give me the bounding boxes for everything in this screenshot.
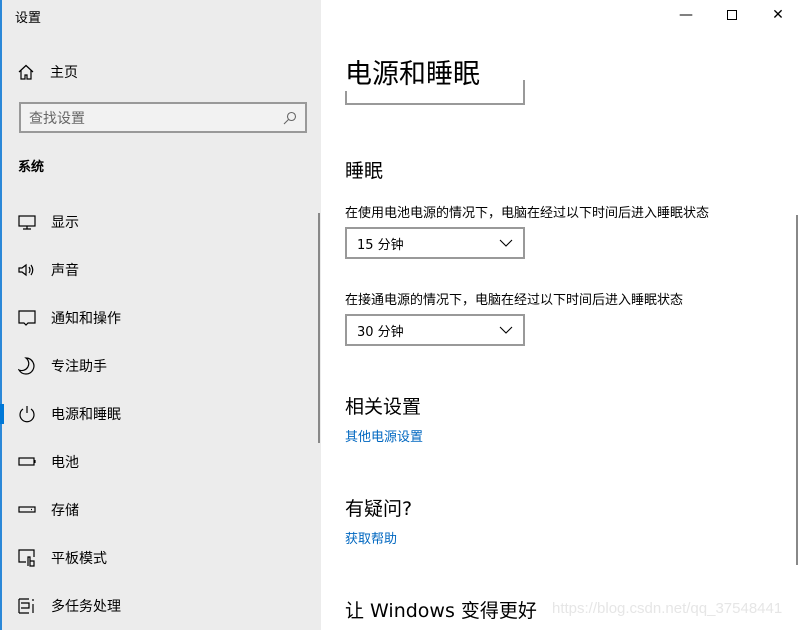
search-placeholder: 查找设置 <box>29 110 85 127</box>
sidebar-scrollbar[interactable] <box>318 213 320 443</box>
sidebar-item-label: 电池 <box>51 455 79 471</box>
chevron-down-icon <box>499 326 513 334</box>
speaker-icon <box>18 263 34 277</box>
sidebar-nav: 显示 声音 通知和操作 专注助手 电源和睡眠 电池 存储 平板模式 多任务处理 <box>0 198 321 630</box>
sidebar-item-label: 声音 <box>51 263 79 279</box>
plugged-sleep-dropdown[interactable]: 30 分钟 <box>345 314 525 346</box>
sidebar-item-notifications[interactable]: 通知和操作 <box>2 294 321 342</box>
sidebar-item-label: 电源和睡眠 <box>51 407 121 423</box>
close-icon: ✕ <box>772 7 784 23</box>
sidebar-item-label: 多任务处理 <box>51 599 121 615</box>
sidebar-item-label: 存储 <box>51 503 79 519</box>
additional-power-settings-link[interactable]: 其他电源设置 <box>345 426 423 445</box>
battery-sleep-dropdown[interactable]: 15 分钟 <box>345 227 525 259</box>
minimize-icon: — <box>679 7 693 23</box>
search-input[interactable]: 查找设置 <box>19 102 307 133</box>
home-label: 主页 <box>50 65 78 81</box>
sidebar-item-label: 显示 <box>51 215 79 231</box>
sidebar-item-label: 平板模式 <box>51 551 107 567</box>
app-title: 设置 <box>15 11 42 26</box>
sidebar-item-display[interactable]: 显示 <box>2 198 321 246</box>
monitor-icon <box>18 215 36 230</box>
window-controls: — ✕ <box>663 0 801 30</box>
sidebar-home[interactable]: 主页 <box>18 62 78 82</box>
multitask-icon <box>18 598 34 614</box>
storage-icon <box>18 506 36 513</box>
tablet-icon <box>18 549 35 567</box>
sidebar-item-sound[interactable]: 声音 <box>2 246 321 294</box>
sidebar-item-tablet-mode[interactable]: 平板模式 <box>2 534 321 582</box>
sidebar-item-storage[interactable]: 存储 <box>2 486 321 534</box>
chevron-down-icon <box>499 239 513 247</box>
page-title: 电源和睡眠 <box>345 52 480 91</box>
sidebar: 设置 主页 查找设置 系统 显示 声音 通知和操作 专注助手 电源和睡眠 电池 … <box>0 0 321 630</box>
close-button[interactable]: ✕ <box>755 0 801 30</box>
improve-windows-heading: 让 Windows 变得更好 <box>345 600 537 622</box>
related-settings-heading: 相关设置 <box>345 396 422 418</box>
main-scrollbar[interactable] <box>796 215 798 565</box>
search-icon[interactable] <box>283 111 297 125</box>
maximize-icon <box>727 10 737 20</box>
sidebar-item-multitasking[interactable]: 多任务处理 <box>2 582 321 630</box>
home-icon <box>18 64 34 80</box>
battery-sleep-label: 在使用电池电源的情况下，电脑在经过以下时间后进入睡眠状态 <box>345 206 710 221</box>
sidebar-item-focus-assist[interactable]: 专注助手 <box>2 342 321 390</box>
moon-icon <box>18 357 35 375</box>
battery-icon <box>18 457 36 466</box>
question-heading: 有疑问? <box>345 498 413 520</box>
sidebar-item-label: 通知和操作 <box>51 311 121 327</box>
get-help-link[interactable]: 获取帮助 <box>345 528 397 547</box>
watermark: https://blog.csdn.net/qq_37548441 <box>552 600 783 617</box>
power-icon <box>19 406 35 423</box>
notification-icon <box>18 310 36 326</box>
sidebar-item-battery[interactable]: 电池 <box>2 438 321 486</box>
main-content: — ✕ 电源和睡眠 睡眠 在使用电池电源的情况下，电脑在经过以下时间后进入睡眠状… <box>321 0 801 630</box>
sidebar-item-label: 专注助手 <box>51 359 107 375</box>
section-heading: 系统 <box>18 160 45 175</box>
plugged-sleep-label: 在接通电源的情况下，电脑在经过以下时间后进入睡眠状态 <box>345 293 684 308</box>
sleep-heading: 睡眠 <box>345 160 384 182</box>
sidebar-item-power-sleep[interactable]: 电源和睡眠 <box>0 390 321 438</box>
dropdown-value: 30 分钟 <box>357 324 404 340</box>
maximize-button[interactable] <box>709 0 755 30</box>
minimize-button[interactable]: — <box>663 0 709 30</box>
dropdown-value: 15 分钟 <box>357 237 404 253</box>
